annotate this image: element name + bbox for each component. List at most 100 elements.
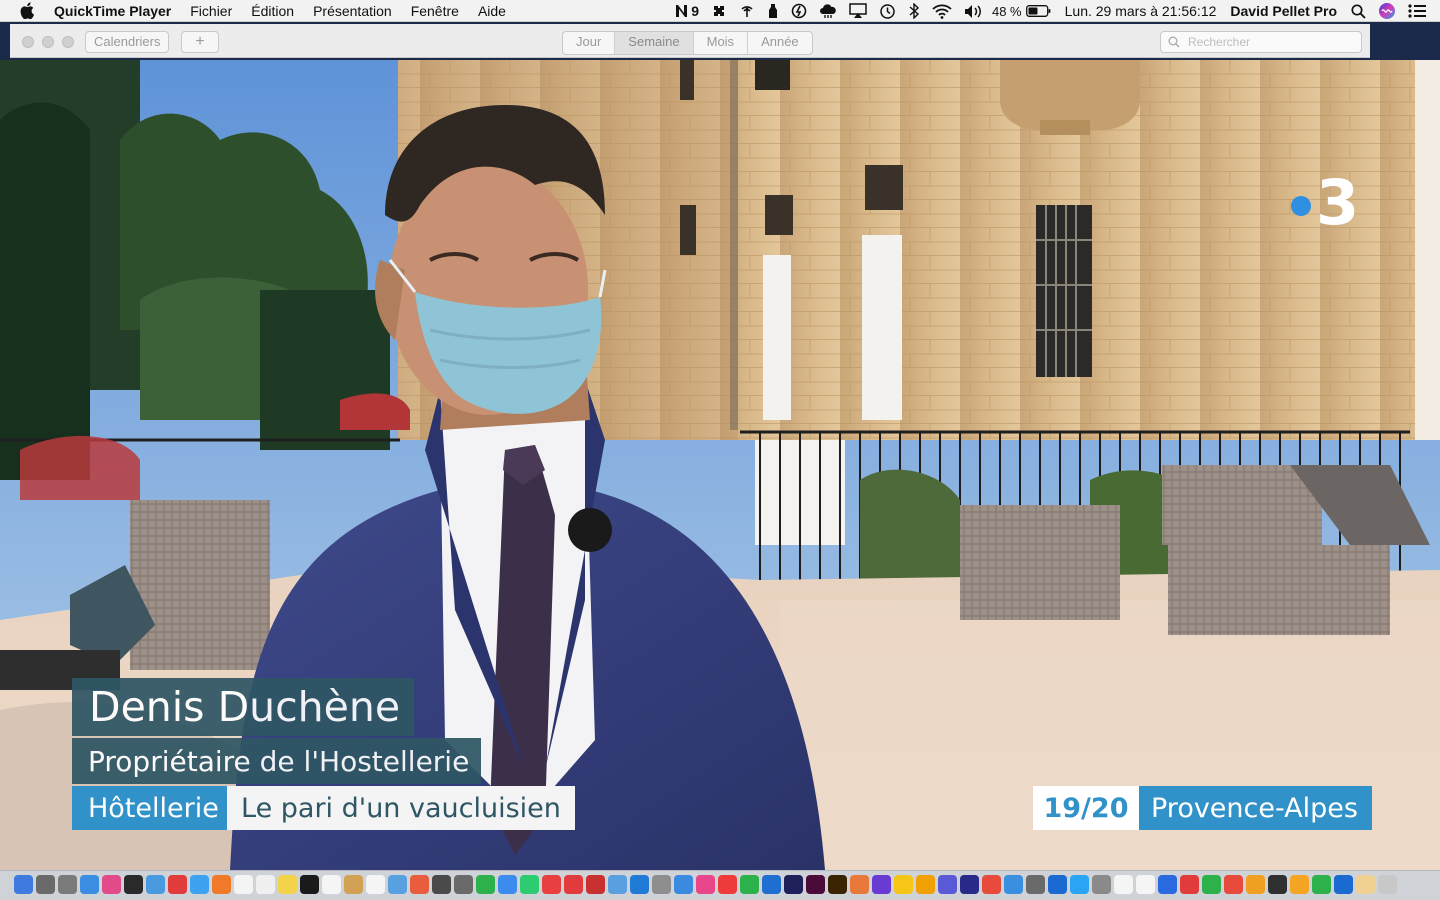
notification-badge[interactable]: 9 bbox=[675, 3, 699, 19]
calendars-button[interactable]: Calendriers bbox=[85, 31, 170, 53]
dock-app-icon[interactable] bbox=[168, 875, 187, 894]
dock-app-icon[interactable] bbox=[608, 875, 627, 894]
dock-app-icon[interactable] bbox=[1202, 875, 1221, 894]
add-event-button[interactable]: + bbox=[181, 31, 219, 53]
battery-icon[interactable] bbox=[1025, 5, 1051, 17]
dock-app-icon[interactable] bbox=[784, 875, 803, 894]
notification-center-icon[interactable] bbox=[1408, 4, 1426, 18]
power-icon[interactable] bbox=[791, 3, 807, 19]
dock-app-icon[interactable] bbox=[630, 875, 649, 894]
dock-app-icon[interactable] bbox=[850, 875, 869, 894]
dock-app-icon[interactable] bbox=[1026, 875, 1045, 894]
dock-app-icon[interactable] bbox=[1268, 875, 1287, 894]
dock-app-icon[interactable] bbox=[388, 875, 407, 894]
dock-app-icon[interactable] bbox=[1136, 875, 1155, 894]
dock-app-icon[interactable] bbox=[476, 875, 495, 894]
dock-app-icon[interactable] bbox=[1312, 875, 1331, 894]
time-machine-icon[interactable] bbox=[879, 3, 896, 20]
dock-app-icon[interactable] bbox=[58, 875, 77, 894]
video-frame[interactable]: 3 Denis Duchène Propriétaire de l'Hostel… bbox=[0, 60, 1440, 870]
dock-app-icon[interactable] bbox=[564, 875, 583, 894]
dock-app-icon[interactable] bbox=[696, 875, 715, 894]
bluetooth-icon[interactable] bbox=[908, 3, 920, 19]
dock-app-icon[interactable] bbox=[366, 875, 385, 894]
bottle-icon[interactable] bbox=[767, 3, 779, 19]
dock-app-icon[interactable] bbox=[1334, 875, 1353, 894]
user-menu[interactable]: David Pellet Pro bbox=[1230, 3, 1337, 19]
dock-app-icon[interactable] bbox=[1290, 875, 1309, 894]
dock-app-icon[interactable] bbox=[982, 875, 1001, 894]
clock[interactable]: Lun. 29 mars à 21:56:12 bbox=[1065, 3, 1217, 19]
menu-presentation[interactable]: Présentation bbox=[313, 3, 392, 19]
dock-app-icon[interactable] bbox=[124, 875, 143, 894]
dock-app-icon[interactable] bbox=[190, 875, 209, 894]
dock-app-icon[interactable] bbox=[520, 875, 539, 894]
dock-app-icon[interactable] bbox=[1158, 875, 1177, 894]
dock-app-icon[interactable] bbox=[652, 875, 671, 894]
dock-app-icon[interactable] bbox=[1004, 875, 1023, 894]
dock-app-icon[interactable] bbox=[542, 875, 561, 894]
dock-app-icon[interactable] bbox=[36, 875, 55, 894]
dock-app-icon[interactable] bbox=[1070, 875, 1089, 894]
menu-edition[interactable]: Édition bbox=[251, 3, 294, 19]
tab-mois[interactable]: Mois bbox=[694, 32, 749, 54]
apple-menu-icon[interactable] bbox=[18, 2, 36, 20]
spotlight-search-icon[interactable] bbox=[1351, 3, 1366, 19]
dock-app-icon[interactable] bbox=[894, 875, 913, 894]
close-button[interactable] bbox=[22, 36, 34, 48]
dock-app-icon[interactable] bbox=[960, 875, 979, 894]
plugin-icon[interactable] bbox=[711, 3, 727, 19]
zoom-button[interactable] bbox=[62, 36, 74, 48]
airport-icon[interactable] bbox=[739, 3, 755, 19]
dock-app-icon[interactable] bbox=[300, 875, 319, 894]
dock-app-icon[interactable] bbox=[256, 875, 275, 894]
minimize-button[interactable] bbox=[42, 36, 54, 48]
menu-aide[interactable]: Aide bbox=[478, 3, 506, 19]
dock-app-icon[interactable] bbox=[1378, 875, 1397, 894]
dock-app-icon[interactable] bbox=[344, 875, 363, 894]
dock-app-icon[interactable] bbox=[586, 875, 605, 894]
volume-icon[interactable] bbox=[964, 4, 984, 19]
dock-app-icon[interactable] bbox=[322, 875, 341, 894]
dock-app-icon[interactable] bbox=[1246, 875, 1265, 894]
edition-badge: 19/20 bbox=[1033, 786, 1139, 830]
dock-app-icon[interactable] bbox=[1092, 875, 1111, 894]
dock-app-icon[interactable] bbox=[872, 875, 891, 894]
dock-app-icon[interactable] bbox=[1224, 875, 1243, 894]
siri-icon[interactable] bbox=[1378, 2, 1396, 20]
dock-app-icon[interactable] bbox=[1114, 875, 1133, 894]
app-menu[interactable]: QuickTime Player bbox=[54, 3, 171, 19]
dock-app-icon[interactable] bbox=[1180, 875, 1199, 894]
dock-app-icon[interactable] bbox=[916, 875, 935, 894]
tab-jour[interactable]: Jour bbox=[563, 32, 616, 54]
dock-app-icon[interactable] bbox=[410, 875, 429, 894]
dock-app-icon[interactable] bbox=[674, 875, 693, 894]
airplay-icon[interactable] bbox=[849, 3, 867, 19]
dock-app-icon[interactable] bbox=[498, 875, 517, 894]
dock-app-icon[interactable] bbox=[1048, 875, 1067, 894]
dock-app-icon[interactable] bbox=[14, 875, 33, 894]
dock-app-icon[interactable] bbox=[80, 875, 99, 894]
dock-app-icon[interactable] bbox=[762, 875, 781, 894]
dock-app-icon[interactable] bbox=[828, 875, 847, 894]
dock-app-icon[interactable] bbox=[740, 875, 759, 894]
cloud-icon[interactable] bbox=[819, 3, 837, 19]
dock-app-icon[interactable] bbox=[102, 875, 121, 894]
search-field bbox=[1160, 31, 1362, 53]
dock-app-icon[interactable] bbox=[718, 875, 737, 894]
tab-semaine[interactable]: Semaine bbox=[615, 32, 694, 54]
dock-app-icon[interactable] bbox=[1356, 875, 1375, 894]
dock-app-icon[interactable] bbox=[212, 875, 231, 894]
dock-app-icon[interactable] bbox=[432, 875, 451, 894]
search-input[interactable] bbox=[1186, 34, 1350, 50]
dock-app-icon[interactable] bbox=[454, 875, 473, 894]
dock-app-icon[interactable] bbox=[806, 875, 825, 894]
wifi-icon[interactable] bbox=[932, 4, 952, 19]
menu-fichier[interactable]: Fichier bbox=[190, 3, 232, 19]
tab-annee[interactable]: Année bbox=[748, 32, 812, 54]
menu-fenetre[interactable]: Fenêtre bbox=[411, 3, 459, 19]
dock-app-icon[interactable] bbox=[938, 875, 957, 894]
dock-app-icon[interactable] bbox=[278, 875, 297, 894]
dock-app-icon[interactable] bbox=[234, 875, 253, 894]
dock-app-icon[interactable] bbox=[146, 875, 165, 894]
